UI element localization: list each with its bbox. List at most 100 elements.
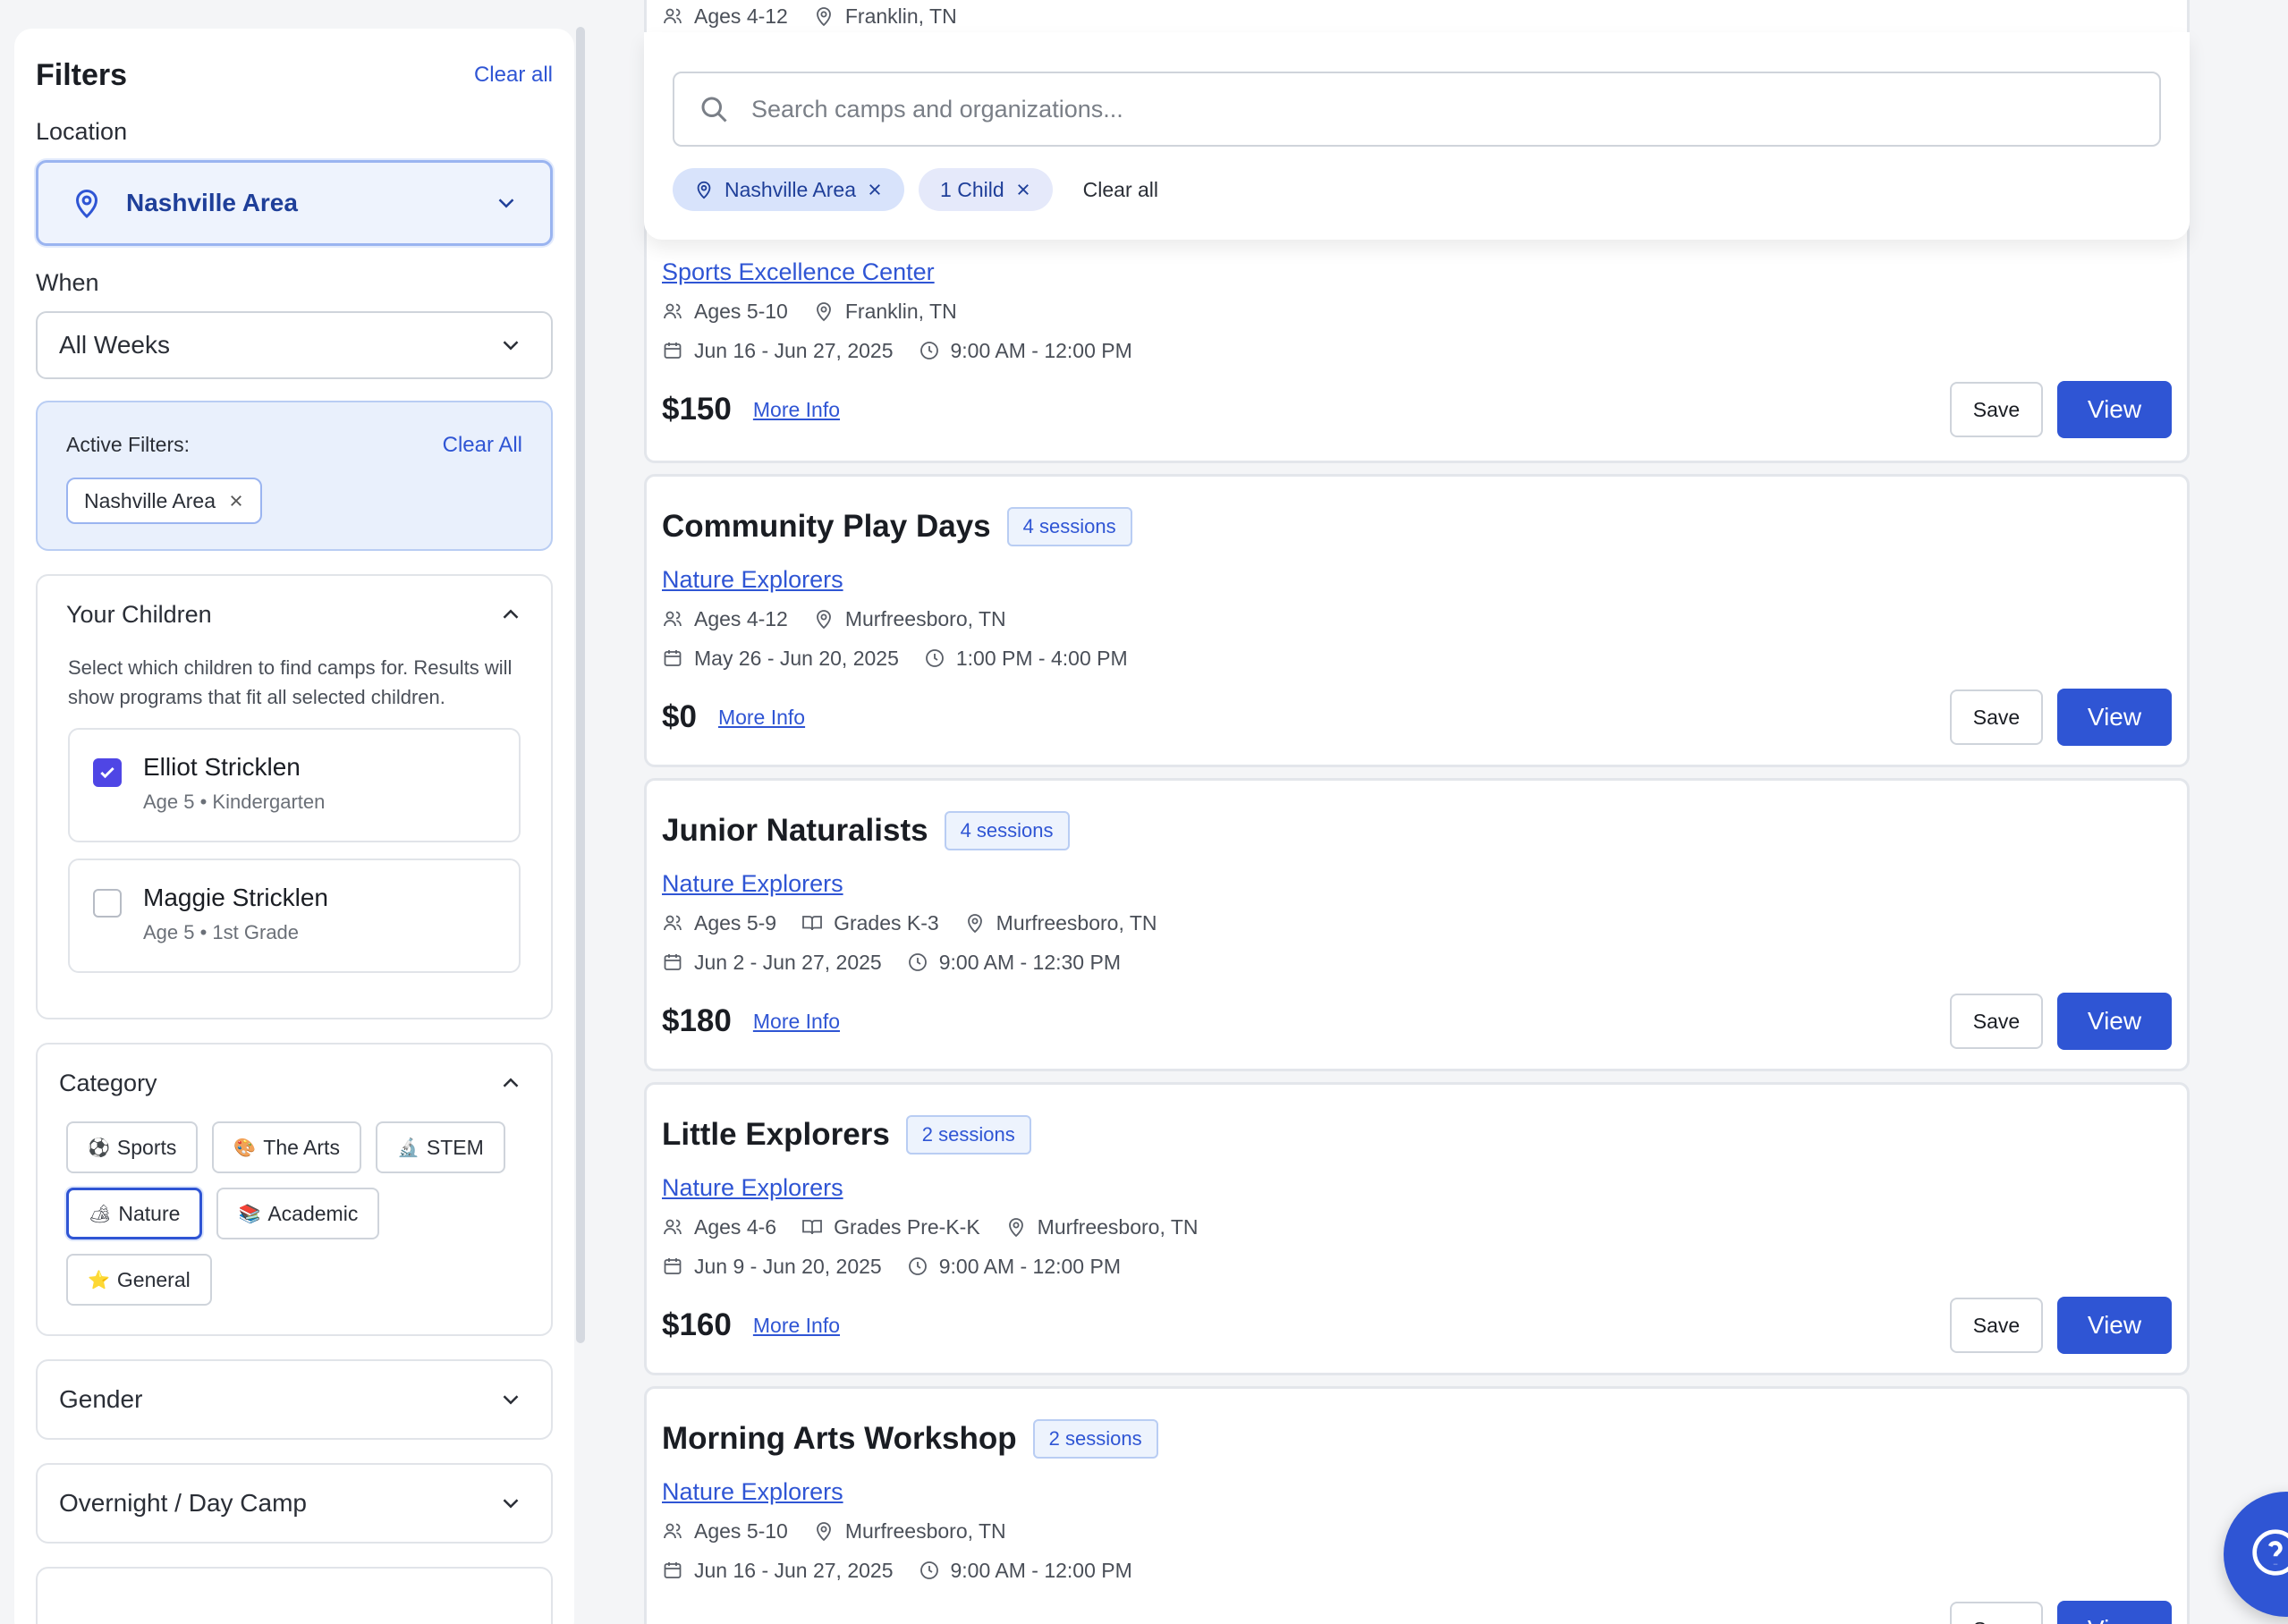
chevron-down-icon bbox=[503, 1395, 519, 1405]
organization-link[interactable]: Nature Explorers bbox=[662, 1174, 843, 1202]
close-icon[interactable] bbox=[867, 182, 883, 198]
filters-header: Filters Clear all bbox=[36, 55, 553, 95]
active-filter-chip[interactable]: Nashville Area bbox=[66, 478, 263, 524]
overnight-panel[interactable]: Overnight / Day Camp bbox=[36, 1463, 553, 1544]
child-checkbox[interactable] bbox=[93, 889, 122, 918]
sidebar-scrollbar[interactable] bbox=[576, 27, 585, 1343]
filter-pill-children[interactable]: 1 Child bbox=[919, 168, 1053, 211]
category-chip-stem[interactable]: 🔬 STEM bbox=[375, 1121, 505, 1173]
users-icon bbox=[664, 1523, 682, 1539]
filters-sidebar: Filters Clear all Location Nashville Are… bbox=[14, 29, 574, 1624]
organization-link[interactable]: Nature Explorers bbox=[662, 1478, 843, 1506]
ages-text: Ages 4-12 bbox=[694, 4, 788, 28]
camp-title[interactable]: Community Play Days bbox=[662, 509, 991, 545]
category-chip-nature[interactable]: 🏕 Nature bbox=[66, 1188, 203, 1239]
view-button[interactable]: View bbox=[2057, 1601, 2172, 1624]
more-info-link[interactable]: More Info bbox=[718, 706, 805, 730]
category-panel-header[interactable]: Category bbox=[38, 1045, 551, 1121]
search-panel: Nashville Area 1 Child Clear all bbox=[644, 32, 2190, 240]
close-icon[interactable] bbox=[228, 493, 244, 509]
time-text: 9:00 AM - 12:00 PM bbox=[938, 1254, 1121, 1278]
next-filter-panel[interactable] bbox=[36, 1567, 553, 1624]
category-chip-arts[interactable]: 🎨 The Arts bbox=[212, 1121, 361, 1173]
when-label: When bbox=[36, 269, 99, 296]
soccer-ball-icon: ⚽ bbox=[88, 1138, 110, 1158]
child-checkbox[interactable] bbox=[93, 758, 122, 787]
category-chip-academic[interactable]: 📚 Academic bbox=[216, 1188, 380, 1239]
category-chip-general[interactable]: ⭐ General bbox=[66, 1254, 212, 1306]
view-button[interactable]: View bbox=[2057, 381, 2172, 438]
calendar-icon bbox=[664, 343, 682, 359]
clear-all-filters-link[interactable]: Clear all bbox=[474, 63, 553, 88]
organization-link[interactable]: Nature Explorers bbox=[662, 870, 843, 898]
location-select[interactable]: Nashville Area bbox=[36, 160, 553, 246]
gender-panel[interactable]: Gender bbox=[36, 1359, 553, 1440]
category-panel-title: Category bbox=[59, 1069, 157, 1096]
grades-text: Grades K-3 bbox=[834, 910, 939, 935]
close-icon[interactable] bbox=[1015, 182, 1031, 198]
view-button[interactable]: View bbox=[2057, 689, 2172, 746]
child-card[interactable]: Elliot Stricklen Age 5 • Kindergarten bbox=[68, 728, 521, 842]
sessions-badge: 4 sessions bbox=[944, 811, 1070, 850]
filter-pill-location[interactable]: Nashville Area bbox=[673, 168, 905, 211]
camp-card: Little Explorers 2 sessions Nature Explo… bbox=[644, 1082, 2190, 1375]
filter-pill-label: 1 Child bbox=[940, 177, 1004, 201]
organization-link[interactable]: Nature Explorers bbox=[662, 566, 843, 594]
location-text: Murfreesboro, TN bbox=[996, 910, 1157, 935]
chevron-up-icon[interactable] bbox=[497, 601, 524, 628]
camp-title[interactable]: Junior Naturalists bbox=[662, 813, 928, 849]
help-button[interactable] bbox=[2224, 1492, 2288, 1617]
price: $180 bbox=[662, 1003, 732, 1038]
location-text: Murfreesboro, TN bbox=[1037, 1214, 1199, 1239]
ages-text: Ages 5-9 bbox=[694, 910, 777, 935]
location-text: Murfreesboro, TN bbox=[844, 606, 1006, 630]
price: $0 bbox=[662, 699, 697, 734]
filter-pill-label: Nashville Area bbox=[725, 177, 857, 201]
child-card[interactable]: Maggie Stricklen Age 5 • 1st Grade bbox=[68, 859, 521, 973]
save-button[interactable]: Save bbox=[1950, 689, 2043, 745]
books-icon: 📚 bbox=[238, 1204, 261, 1224]
when-select[interactable]: All Weeks bbox=[36, 311, 553, 379]
dates-text: Jun 16 - Jun 27, 2025 bbox=[694, 1558, 894, 1582]
active-filter-chip-label: Nashville Area bbox=[84, 488, 216, 512]
overnight-panel-title: Overnight / Day Camp bbox=[59, 1489, 307, 1517]
search-input[interactable] bbox=[751, 95, 2136, 123]
camp-title[interactable]: Morning Arts Workshop bbox=[662, 1421, 1017, 1457]
chevron-up-icon[interactable] bbox=[497, 1070, 524, 1096]
more-info-link[interactable]: More Info bbox=[753, 1010, 840, 1034]
organization-link[interactable]: Sports Excellence Center bbox=[662, 258, 935, 286]
category-chip-label: Nature bbox=[118, 1201, 181, 1225]
camp-title[interactable]: Little Explorers bbox=[662, 1117, 890, 1153]
save-button[interactable]: Save bbox=[1950, 1602, 2043, 1624]
calendar-icon bbox=[664, 954, 682, 970]
child-name: Elliot Stricklen bbox=[143, 753, 301, 781]
map-pin-icon bbox=[697, 181, 711, 199]
sessions-badge: 2 sessions bbox=[905, 1115, 1031, 1155]
save-button[interactable]: Save bbox=[1950, 1298, 2043, 1353]
map-pin-icon bbox=[816, 1522, 831, 1542]
search-box[interactable] bbox=[673, 72, 2161, 147]
filters-title: Filters bbox=[36, 57, 128, 92]
users-icon bbox=[664, 1219, 682, 1235]
view-button[interactable]: View bbox=[2057, 1297, 2172, 1354]
location-text: Franklin, TN bbox=[844, 299, 957, 323]
users-icon bbox=[664, 8, 682, 24]
save-button[interactable]: Save bbox=[1950, 382, 2043, 437]
view-button[interactable]: View bbox=[2057, 993, 2172, 1050]
camp-card: Community Play Days 4 sessions Nature Ex… bbox=[644, 474, 2190, 767]
children-description: Select which children to find camps for.… bbox=[68, 656, 513, 708]
category-chip-sports[interactable]: ⚽ Sports bbox=[66, 1121, 199, 1173]
users-icon bbox=[664, 303, 682, 319]
more-info-link[interactable]: More Info bbox=[753, 1314, 840, 1338]
map-pin-icon bbox=[967, 914, 982, 934]
category-chip-label: STEM bbox=[426, 1135, 484, 1159]
time-text: 9:00 AM - 12:00 PM bbox=[950, 1558, 1132, 1582]
price: $150 bbox=[662, 392, 732, 427]
clear-all-pills-link[interactable]: Clear all bbox=[1083, 178, 1158, 202]
active-filters-label: Active Filters: bbox=[66, 433, 191, 456]
children-panel-header[interactable]: Your Children bbox=[38, 576, 551, 653]
save-button[interactable]: Save bbox=[1950, 994, 2043, 1049]
dates-text: Jun 16 - Jun 27, 2025 bbox=[694, 338, 894, 362]
more-info-link[interactable]: More Info bbox=[753, 398, 840, 422]
clear-active-filters-link[interactable]: Clear All bbox=[443, 433, 522, 458]
